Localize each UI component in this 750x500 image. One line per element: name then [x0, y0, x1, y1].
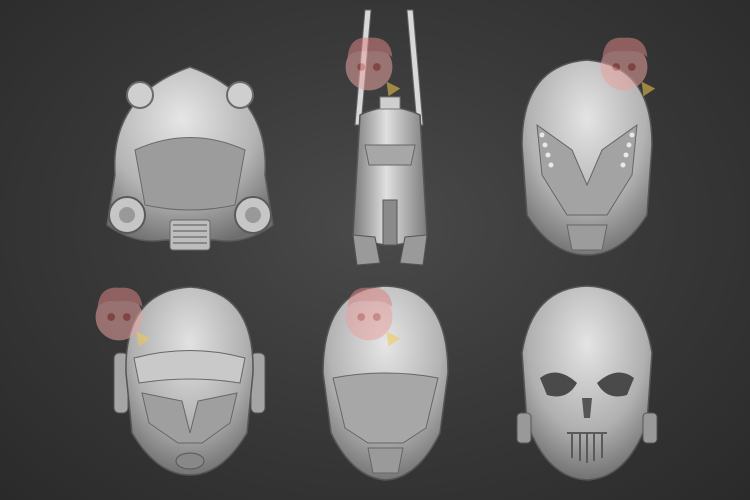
helmet-visor-filters-icon — [106, 66, 274, 251]
anime-girl-watermark-icon — [330, 278, 408, 356]
anime-girl-watermark-icon — [585, 28, 663, 106]
helmet-model-6[interactable] — [512, 283, 662, 483]
helmet-model-1[interactable] — [95, 55, 285, 260]
3d-viewport — [0, 0, 750, 500]
anime-girl-watermark-icon — [80, 278, 158, 356]
anime-girl-watermark-icon — [330, 28, 408, 106]
helmet-skull-mask-icon — [516, 285, 658, 481]
